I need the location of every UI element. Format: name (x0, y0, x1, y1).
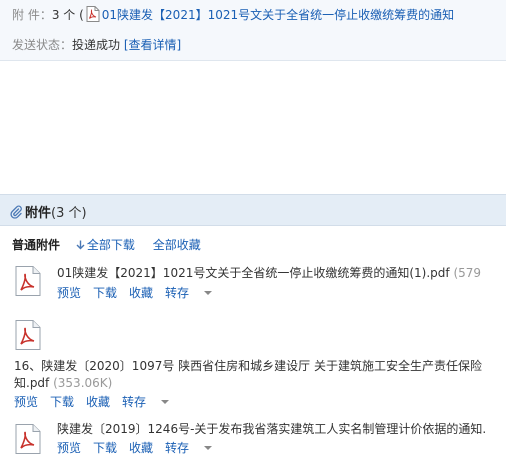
file-actions: 预览 下载 收藏 转存 (57, 439, 224, 456)
file-name[interactable]: 陕建发〔2019〕1246号-关于发布我省落实建筑工人实名制管理计价依据的通知. (57, 420, 486, 437)
dropdown-caret-icon (204, 446, 213, 450)
download-all-link[interactable]: 全部下载 (87, 238, 135, 252)
file-name-line-2-row: 知.pdf (353.06K) (14, 374, 112, 391)
view-details-link[interactable]: [查看详情] (124, 38, 181, 52)
preview-link[interactable]: 预览 (57, 286, 81, 300)
download-arrow-icon (76, 240, 85, 254)
favorite-link[interactable]: 收藏 (86, 395, 110, 409)
forward-dropdown[interactable]: 转存 (122, 395, 170, 409)
download-link[interactable]: 下载 (93, 441, 117, 455)
attachments-count: 3 个 ( (51, 8, 84, 22)
download-link[interactable]: 下载 (93, 286, 117, 300)
send-status-value: 投递成功 (72, 38, 121, 52)
favorite-link[interactable]: 收藏 (129, 286, 153, 300)
mail-body (0, 61, 506, 194)
pdf-file-icon[interactable] (15, 266, 41, 299)
file-name-line-2[interactable]: 知.pdf (14, 376, 49, 390)
attachments-label: 附 件： (12, 8, 52, 22)
preview-link[interactable]: 预览 (57, 441, 81, 455)
forward-label: 转存 (122, 395, 147, 409)
send-status-label: 发送状态： (12, 38, 73, 52)
favorite-link[interactable]: 收藏 (129, 441, 153, 455)
file-name-row: 01陕建发【2021】1021号文关于全省统一停止收缴统筹费的通知(1).pdf… (57, 264, 481, 281)
paperclip-icon (10, 205, 22, 223)
download-link[interactable]: 下载 (50, 395, 74, 409)
preview-link[interactable]: 预览 (14, 395, 38, 409)
file-size: (353.06K) (53, 376, 113, 390)
file-size: (579 (453, 266, 482, 280)
pdf-file-icon (86, 6, 100, 26)
attachments-title: 附件(3 个) (10, 202, 87, 223)
forward-label: 转存 (165, 441, 190, 455)
file-actions: 预览 下载 收藏 转存 (57, 284, 224, 301)
forward-label: 转存 (165, 286, 190, 300)
forward-dropdown[interactable]: 转存 (165, 441, 213, 455)
attachments-word: 附件 (25, 206, 52, 221)
file-name[interactable]: 01陕建发【2021】1021号文关于全省统一停止收缴统筹费的通知(1).pdf (57, 266, 450, 280)
pdf-file-icon[interactable] (15, 424, 41, 457)
mail-header: 附 件：3 个 ( 01陕建发【2021】1021号文关于全省统一停止收缴统筹费… (0, 0, 506, 61)
normal-attachments-label: 普通附件 (12, 238, 61, 252)
pdf-file-icon[interactable] (15, 320, 41, 353)
forward-dropdown[interactable]: 转存 (165, 286, 213, 300)
dropdown-caret-icon (161, 400, 170, 404)
attachments-summary-row: 附 件：3 个 ( 01陕建发【2021】1021号文关于全省统一停止收缴统筹费… (12, 6, 454, 26)
attachments-bar: 附件(3 个) (0, 194, 506, 226)
attachments-bar-count: (3 个) (51, 206, 87, 221)
file-name-line-1[interactable]: 16、陕建发〔2020〕1097号 陕西省住房和城乡建设厅 关于建筑施工安全生产… (14, 357, 482, 374)
normal-attachments-row: 普通附件 全部下载 全部收藏 (12, 236, 201, 254)
mail-subject-link[interactable]: 01陕建发【2021】1021号文关于全省统一停止收缴统筹费的通知 (102, 8, 454, 22)
send-status-row: 发送状态：投递成功 [查看详情] (12, 37, 181, 53)
dropdown-caret-icon (204, 291, 213, 295)
file-actions: 预览 下载 收藏 转存 (14, 393, 181, 410)
save-all-link[interactable]: 全部收藏 (153, 238, 201, 252)
